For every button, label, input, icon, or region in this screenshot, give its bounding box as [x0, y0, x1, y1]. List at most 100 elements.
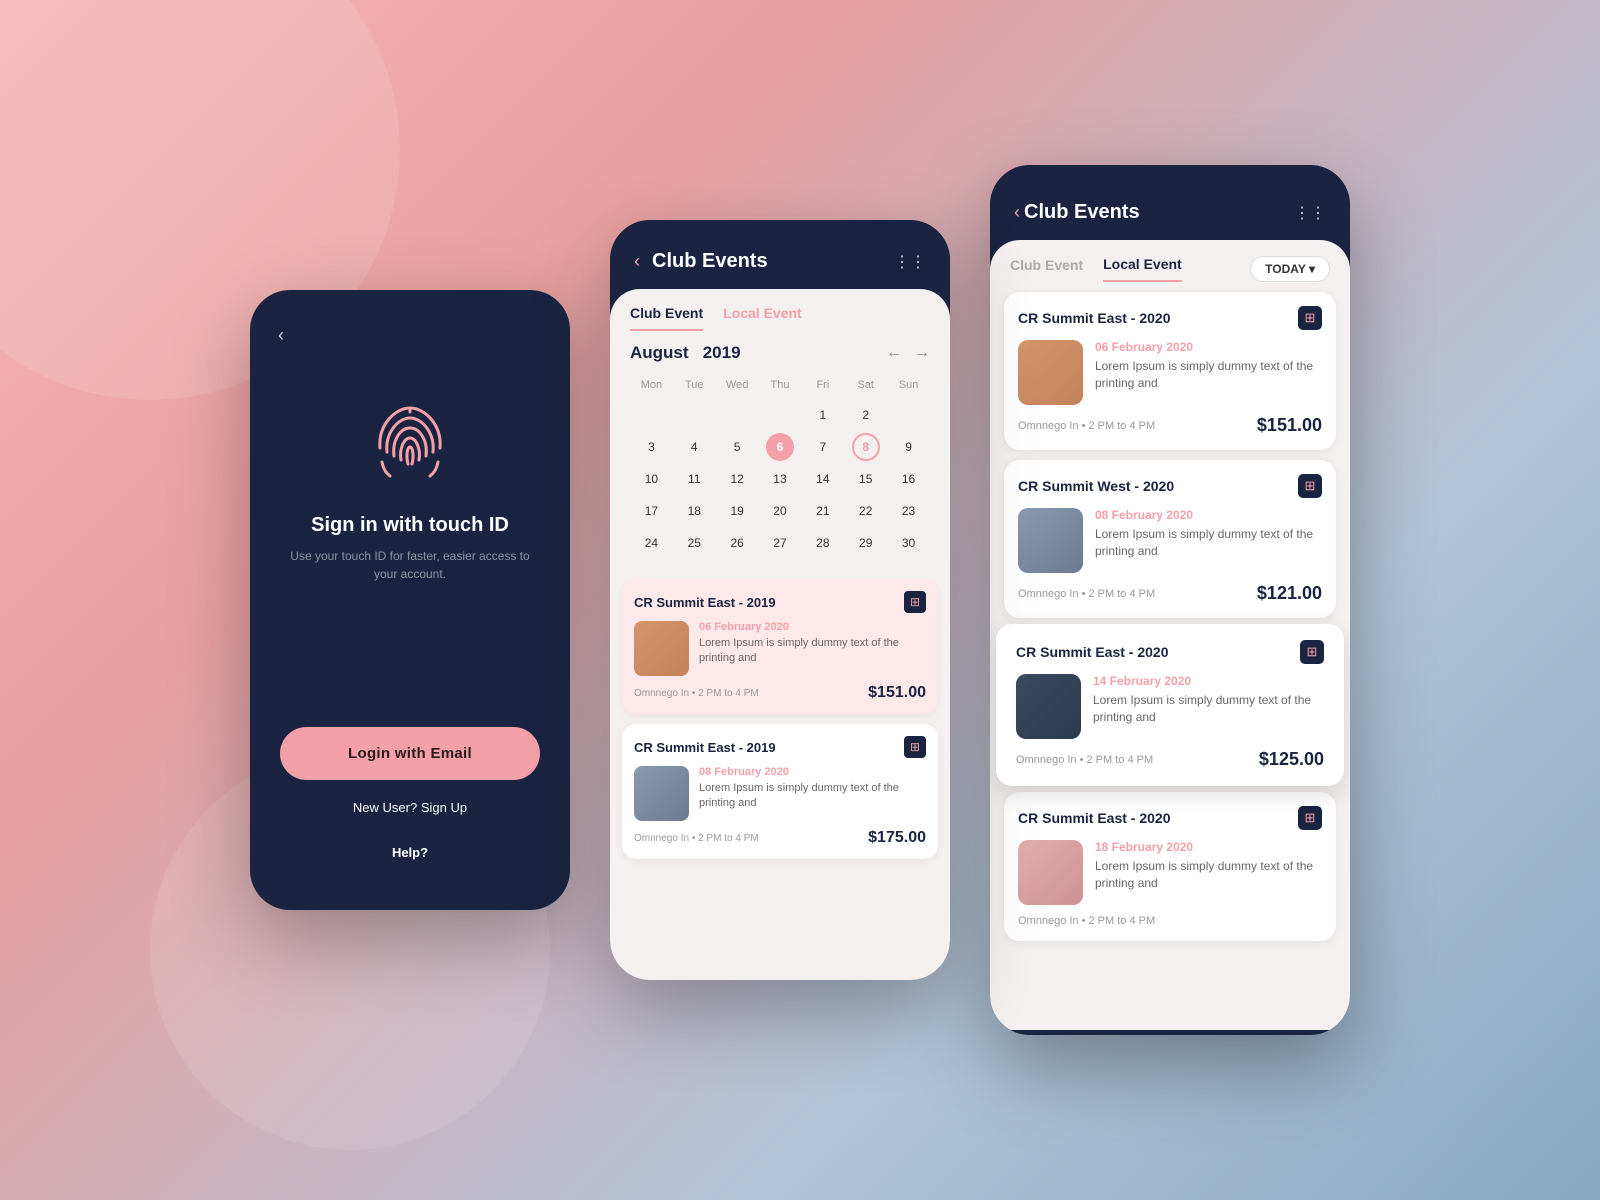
tab-club-event[interactable]: Club Event	[630, 305, 703, 331]
cal-next-icon[interactable]: →	[914, 344, 930, 362]
event-card-2: CR Summit East - 2019 ⊞ 08 February 2020…	[622, 724, 938, 859]
new-user-signup-link[interactable]: New User? Sign Up	[353, 800, 467, 815]
help-link[interactable]: Help?	[392, 845, 428, 860]
calendar-nav: ← →	[886, 344, 930, 362]
cal-date[interactable]	[723, 401, 751, 429]
cal-date-3[interactable]: 3	[637, 433, 665, 461]
event-2-meta: Omnnego In • 2 PM to 4 PM	[634, 833, 759, 844]
cal-date-11[interactable]: 11	[680, 465, 708, 493]
event-2-bookmark[interactable]: ⊞	[904, 736, 926, 758]
cal-date[interactable]	[637, 401, 665, 429]
cal-date-17[interactable]: 17	[637, 497, 665, 525]
tab-s3-club-event[interactable]: Club Event	[1010, 257, 1083, 281]
tab-s3-local-event[interactable]: Local Event	[1103, 256, 1182, 282]
cal-date-26[interactable]: 26	[723, 529, 751, 557]
event-card-2-header: CR Summit East - 2019 ⊞	[634, 736, 926, 758]
event-1-date: 06 February 2020	[699, 621, 926, 633]
cal-date-27[interactable]: 27	[766, 529, 794, 557]
event-1-image	[634, 621, 689, 676]
screen2-header: ‹ Club Events ⋮⋮	[610, 220, 950, 289]
event-2-date: 08 February 2020	[699, 766, 926, 778]
cal-date-28[interactable]: 28	[809, 529, 837, 557]
sign-in-subtitle: Use your touch ID for faster, easier acc…	[280, 547, 540, 583]
screen2-back-icon[interactable]: ‹	[634, 251, 640, 272]
cal-date-4[interactable]: 4	[680, 433, 708, 461]
cal-date-18[interactable]: 18	[680, 497, 708, 525]
s3-event-1-info: 06 February 2020 Lorem Ipsum is simply d…	[1095, 340, 1322, 405]
screen3-tabs: Club Event Local Event TODAY ▾	[990, 240, 1350, 282]
cal-date-29[interactable]: 29	[852, 529, 880, 557]
s3-event-3-meta: Omnnego In • 2 PM to 4 PM	[1016, 754, 1153, 766]
back-arrow-icon[interactable]: ‹	[278, 325, 284, 346]
tab-local-event[interactable]: Local Event	[723, 305, 802, 331]
s3-card-3-header: CR Summit East - 2020 ⊞	[1016, 640, 1324, 664]
s3-bookmark-icon-2: ⊞	[1305, 478, 1316, 494]
s3-bookmark-icon-4: ⊞	[1305, 810, 1316, 826]
screen3-dots-icon[interactable]: ⋮⋮	[1294, 203, 1326, 223]
cal-date-13[interactable]: 13	[766, 465, 794, 493]
s3-event-1-desc: Lorem Ipsum is simply dummy text of the …	[1095, 358, 1322, 392]
cal-date-5[interactable]: 5	[723, 433, 751, 461]
cal-prev-icon[interactable]: ←	[886, 344, 902, 362]
cal-date-1[interactable]: 1	[809, 401, 837, 429]
login-email-button[interactable]: Login with Email	[280, 727, 540, 780]
s3-event-3-bookmark[interactable]: ⊞	[1300, 640, 1324, 664]
cal-date-6[interactable]: 6	[766, 433, 794, 461]
bookmark-icon-2: ⊞	[910, 740, 920, 754]
cal-date-12[interactable]: 12	[723, 465, 751, 493]
cal-date-25[interactable]: 25	[680, 529, 708, 557]
screen2-dots-icon[interactable]: ⋮⋮	[894, 252, 926, 272]
cal-date[interactable]	[895, 401, 923, 429]
cal-date-20[interactable]: 20	[766, 497, 794, 525]
cal-date-10[interactable]: 10	[637, 465, 665, 493]
screen3-content: Club Event Local Event TODAY ▾ CR Summit…	[990, 240, 1350, 1030]
event-1-desc: Lorem Ipsum is simply dummy text of the …	[699, 636, 926, 667]
s3-event-3-body: 14 February 2020 Lorem Ipsum is simply d…	[1016, 674, 1324, 739]
s3-event-2-title: CR Summit West - 2020	[1018, 478, 1174, 494]
cal-date-7[interactable]: 7	[809, 433, 837, 461]
event-2-body: 08 February 2020 Lorem Ipsum is simply d…	[634, 766, 926, 821]
s3-event-3-image	[1016, 674, 1081, 739]
cal-date-22[interactable]: 22	[852, 497, 880, 525]
s3-event-4-desc: Lorem Ipsum is simply dummy text of the …	[1095, 858, 1322, 892]
cal-date-14[interactable]: 14	[809, 465, 837, 493]
cal-date-8[interactable]: 8	[852, 433, 880, 461]
cal-date-16[interactable]: 16	[895, 465, 923, 493]
s3-event-1-title: CR Summit East - 2020	[1018, 310, 1171, 326]
event-1-info: 06 February 2020 Lorem Ipsum is simply d…	[699, 621, 926, 676]
s3-event-3-desc: Lorem Ipsum is simply dummy text of the …	[1093, 692, 1324, 726]
cal-day-fri: Fri	[801, 375, 844, 395]
s3-event-4-meta: Omnnego In • 2 PM to 4 PM	[1018, 915, 1155, 927]
s3-event-4-date: 18 February 2020	[1095, 840, 1322, 854]
cal-date[interactable]	[766, 401, 794, 429]
event-1-bookmark[interactable]: ⊞	[904, 591, 926, 613]
s3-event-card-1: CR Summit East - 2020 ⊞ 06 February 2020…	[1004, 292, 1336, 450]
cal-date-30[interactable]: 30	[895, 529, 923, 557]
calendar-section: August 2019 ← → Mon Tue Wed Thu Fri Sat	[610, 331, 950, 571]
cal-date-9[interactable]: 9	[895, 433, 923, 461]
s3-event-1-body: 06 February 2020 Lorem Ipsum is simply d…	[1018, 340, 1322, 405]
event-1-body: 06 February 2020 Lorem Ipsum is simply d…	[634, 621, 926, 676]
screen3-back-icon[interactable]: ‹	[1014, 202, 1020, 223]
screen2-title: Club Events	[652, 250, 768, 273]
s3-event-2-bookmark[interactable]: ⊞	[1298, 474, 1322, 498]
cal-date-23[interactable]: 23	[895, 497, 923, 525]
s3-event-1-bookmark[interactable]: ⊞	[1298, 306, 1322, 330]
cal-date-21[interactable]: 21	[809, 497, 837, 525]
cal-date[interactable]	[680, 401, 708, 429]
today-button[interactable]: TODAY ▾	[1250, 256, 1330, 282]
event-2-price: $175.00	[868, 829, 926, 847]
s3-event-3-price: $125.00	[1259, 749, 1324, 770]
s3-event-4-bookmark[interactable]: ⊞	[1298, 806, 1322, 830]
cal-date-15[interactable]: 15	[852, 465, 880, 493]
screen3-events-list: CR Summit East - 2020 ⊞ 06 February 2020…	[990, 282, 1350, 957]
s3-event-2-footer: Omnnego In • 2 PM to 4 PM $121.00	[1018, 583, 1322, 604]
screen2-content: Club Event Local Event August 2019 ← → M…	[610, 289, 950, 980]
event-2-image	[634, 766, 689, 821]
cal-date-19[interactable]: 19	[723, 497, 751, 525]
screen3-title: Club Events	[1024, 201, 1140, 224]
s3-event-3-footer: Omnnego In • 2 PM to 4 PM $125.00	[1016, 749, 1324, 770]
cal-date-24[interactable]: 24	[637, 529, 665, 557]
cal-date-2[interactable]: 2	[852, 401, 880, 429]
calendar-header: August 2019 ← →	[630, 343, 930, 363]
